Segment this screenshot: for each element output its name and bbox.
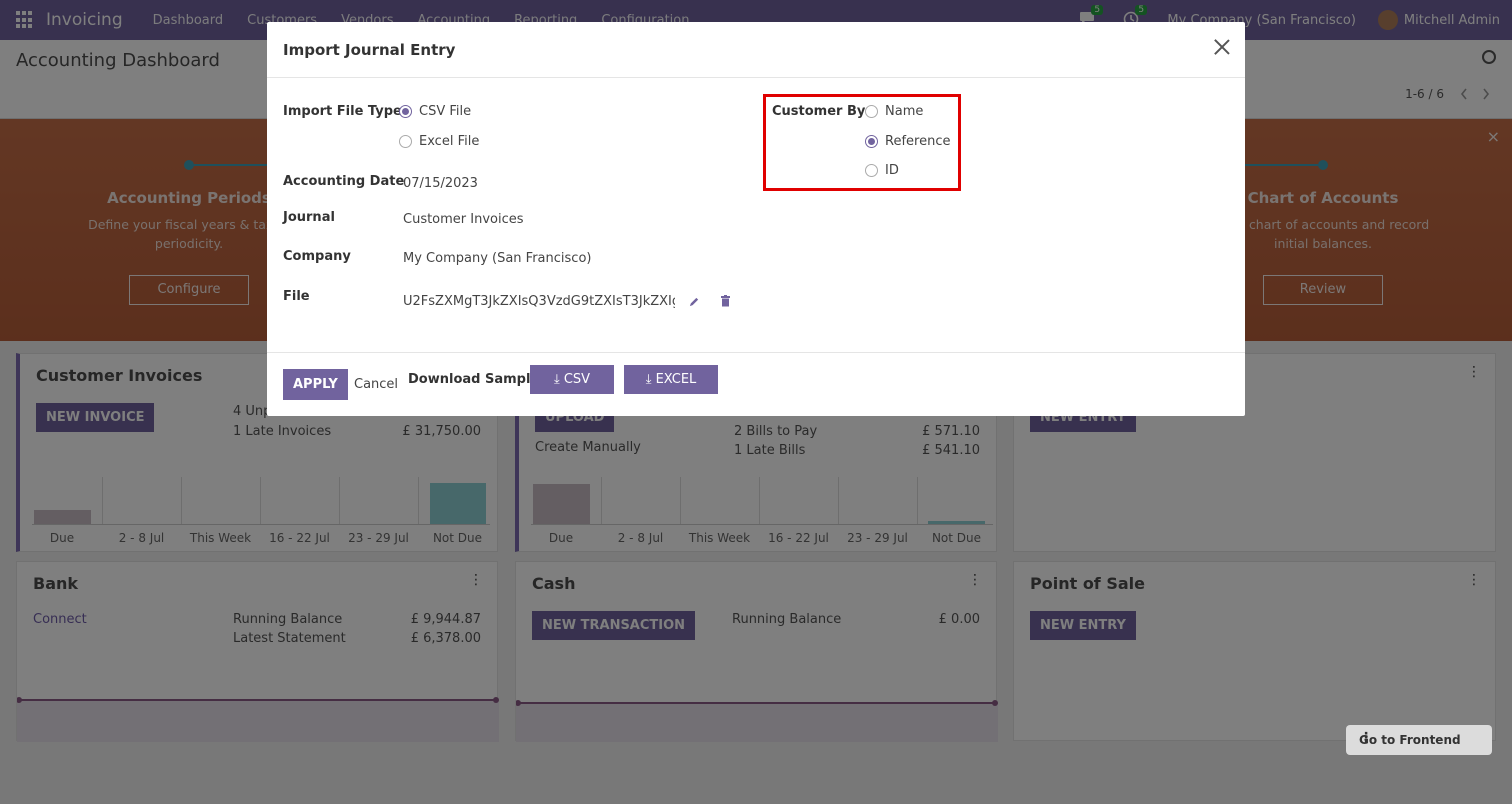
radio-csv-file[interactable]: CSV File bbox=[399, 104, 471, 119]
journal-field[interactable]: Customer Invoices bbox=[403, 212, 524, 227]
close-icon[interactable] bbox=[1213, 38, 1231, 56]
import-file-type-label: Import File Type bbox=[283, 104, 402, 119]
go-to-frontend-button[interactable]: Go to Frontend ⋮ bbox=[1346, 725, 1492, 755]
csv-sample-label: CSV FILE bbox=[558, 372, 591, 416]
radio-unselected-icon[interactable] bbox=[399, 135, 412, 148]
company-field[interactable]: My Company (San Francisco) bbox=[403, 251, 591, 266]
journal-label: Journal bbox=[283, 210, 335, 225]
download-icon: ⤓ bbox=[553, 372, 560, 387]
radio-selected-icon[interactable] bbox=[399, 105, 412, 118]
download-sample-label: Download Sample: bbox=[408, 372, 545, 387]
file-label: File bbox=[283, 289, 310, 304]
apply-button[interactable]: APPLY bbox=[283, 369, 348, 400]
kebab-icon[interactable]: ⋮ bbox=[1359, 730, 1482, 746]
accounting-date-label: Accounting Date bbox=[283, 174, 405, 189]
accounting-date-field[interactable]: 07/15/2023 bbox=[403, 176, 478, 191]
download-icon: ⤓ bbox=[645, 372, 652, 387]
file-field[interactable]: U2FsZXMgT3JkZXIsQ3VzdG9tZXIsT3JkZXIgRG bbox=[403, 294, 675, 309]
radio-excel-file[interactable]: Excel File bbox=[399, 134, 479, 149]
highlight-box bbox=[763, 94, 961, 191]
radio-label: Excel File bbox=[419, 134, 480, 149]
company-label: Company bbox=[283, 249, 351, 264]
trash-icon[interactable] bbox=[720, 295, 731, 307]
import-journal-entry-dialog: Import Journal Entry Import File Type CS… bbox=[267, 22, 1245, 416]
excel-sample-button[interactable]: ⤓ EXCEL FILE bbox=[624, 365, 718, 416]
excel-sample-label: EXCEL FILE bbox=[655, 372, 697, 416]
radio-label: CSV File bbox=[419, 104, 472, 119]
dialog-header: Import Journal Entry bbox=[267, 22, 1245, 78]
dialog-footer: APPLY Cancel Download Sample: ⤓ CSV FILE… bbox=[267, 352, 1245, 416]
csv-sample-button[interactable]: ⤓ CSV FILE bbox=[530, 365, 614, 416]
dialog-title: Import Journal Entry bbox=[283, 41, 456, 59]
pencil-icon[interactable] bbox=[689, 296, 700, 307]
cancel-button[interactable]: Cancel bbox=[344, 369, 408, 400]
